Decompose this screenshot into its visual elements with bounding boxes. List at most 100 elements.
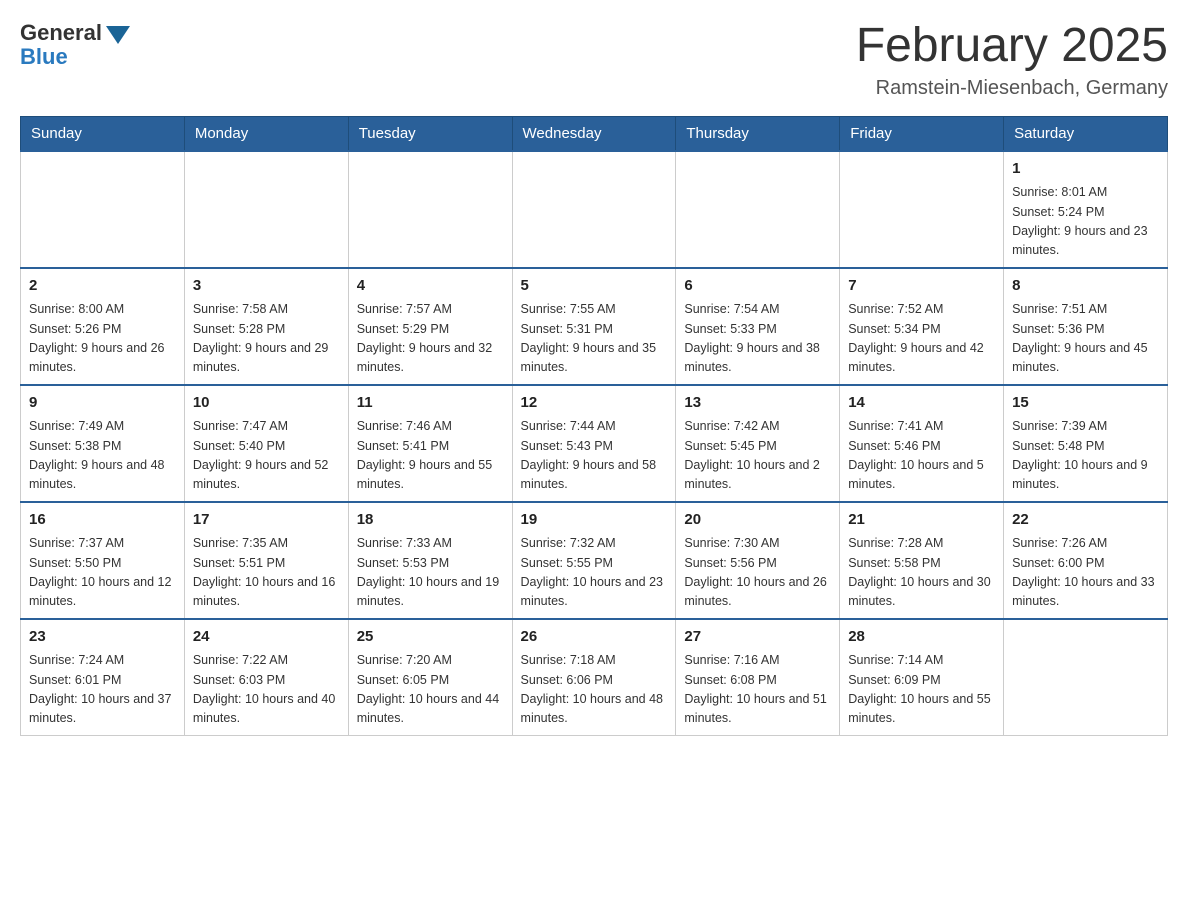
day-info: Sunrise: 7:58 AMSunset: 5:28 PMDaylight:… <box>193 300 340 378</box>
day-number: 25 <box>357 626 504 649</box>
day-info: Sunrise: 7:32 AMSunset: 5:55 PMDaylight:… <box>521 534 668 612</box>
weekday-header-friday: Friday <box>840 116 1004 151</box>
month-title: February 2025 <box>856 20 1168 73</box>
day-info: Sunrise: 7:14 AMSunset: 6:09 PMDaylight:… <box>848 651 995 729</box>
day-info: Sunrise: 7:41 AMSunset: 5:46 PMDaylight:… <box>848 417 995 495</box>
calendar-cell: 21Sunrise: 7:28 AMSunset: 5:58 PMDayligh… <box>840 502 1004 619</box>
calendar-cell: 23Sunrise: 7:24 AMSunset: 6:01 PMDayligh… <box>21 619 185 736</box>
day-number: 18 <box>357 509 504 532</box>
calendar-cell: 2Sunrise: 8:00 AMSunset: 5:26 PMDaylight… <box>21 268 185 385</box>
day-number: 5 <box>521 275 668 298</box>
day-number: 28 <box>848 626 995 649</box>
calendar-cell: 4Sunrise: 7:57 AMSunset: 5:29 PMDaylight… <box>348 268 512 385</box>
calendar-cell: 11Sunrise: 7:46 AMSunset: 5:41 PMDayligh… <box>348 385 512 502</box>
calendar-week-row: 23Sunrise: 7:24 AMSunset: 6:01 PMDayligh… <box>21 619 1168 736</box>
day-number: 12 <box>521 392 668 415</box>
day-info: Sunrise: 7:18 AMSunset: 6:06 PMDaylight:… <box>521 651 668 729</box>
day-info: Sunrise: 7:24 AMSunset: 6:01 PMDaylight:… <box>29 651 176 729</box>
weekday-header-tuesday: Tuesday <box>348 116 512 151</box>
day-number: 26 <box>521 626 668 649</box>
day-info: Sunrise: 7:44 AMSunset: 5:43 PMDaylight:… <box>521 417 668 495</box>
day-info: Sunrise: 7:22 AMSunset: 6:03 PMDaylight:… <box>193 651 340 729</box>
calendar-cell <box>512 151 676 268</box>
day-info: Sunrise: 7:35 AMSunset: 5:51 PMDaylight:… <box>193 534 340 612</box>
day-number: 20 <box>684 509 831 532</box>
day-number: 24 <box>193 626 340 649</box>
weekday-header-row: SundayMondayTuesdayWednesdayThursdayFrid… <box>21 116 1168 151</box>
calendar-week-row: 16Sunrise: 7:37 AMSunset: 5:50 PMDayligh… <box>21 502 1168 619</box>
calendar-cell: 14Sunrise: 7:41 AMSunset: 5:46 PMDayligh… <box>840 385 1004 502</box>
day-number: 15 <box>1012 392 1159 415</box>
day-info: Sunrise: 7:28 AMSunset: 5:58 PMDaylight:… <box>848 534 995 612</box>
day-info: Sunrise: 7:16 AMSunset: 6:08 PMDaylight:… <box>684 651 831 729</box>
calendar-week-row: 9Sunrise: 7:49 AMSunset: 5:38 PMDaylight… <box>21 385 1168 502</box>
calendar-cell: 9Sunrise: 7:49 AMSunset: 5:38 PMDaylight… <box>21 385 185 502</box>
day-number: 1 <box>1012 158 1159 181</box>
calendar-cell <box>184 151 348 268</box>
day-number: 10 <box>193 392 340 415</box>
calendar-week-row: 1Sunrise: 8:01 AMSunset: 5:24 PMDaylight… <box>21 151 1168 268</box>
logo: General Blue <box>20 20 130 70</box>
calendar-cell: 6Sunrise: 7:54 AMSunset: 5:33 PMDaylight… <box>676 268 840 385</box>
calendar-cell: 28Sunrise: 7:14 AMSunset: 6:09 PMDayligh… <box>840 619 1004 736</box>
day-number: 21 <box>848 509 995 532</box>
day-number: 16 <box>29 509 176 532</box>
day-info: Sunrise: 7:49 AMSunset: 5:38 PMDaylight:… <box>29 417 176 495</box>
calendar-cell: 20Sunrise: 7:30 AMSunset: 5:56 PMDayligh… <box>676 502 840 619</box>
calendar-cell <box>840 151 1004 268</box>
weekday-header-thursday: Thursday <box>676 116 840 151</box>
day-info: Sunrise: 7:55 AMSunset: 5:31 PMDaylight:… <box>521 300 668 378</box>
day-number: 11 <box>357 392 504 415</box>
logo-general-text: General <box>20 20 102 46</box>
calendar-cell: 1Sunrise: 8:01 AMSunset: 5:24 PMDaylight… <box>1004 151 1168 268</box>
day-info: Sunrise: 7:42 AMSunset: 5:45 PMDaylight:… <box>684 417 831 495</box>
day-info: Sunrise: 7:54 AMSunset: 5:33 PMDaylight:… <box>684 300 831 378</box>
calendar-table: SundayMondayTuesdayWednesdayThursdayFrid… <box>20 116 1168 736</box>
calendar-cell: 5Sunrise: 7:55 AMSunset: 5:31 PMDaylight… <box>512 268 676 385</box>
calendar-cell: 16Sunrise: 7:37 AMSunset: 5:50 PMDayligh… <box>21 502 185 619</box>
day-info: Sunrise: 7:47 AMSunset: 5:40 PMDaylight:… <box>193 417 340 495</box>
day-number: 19 <box>521 509 668 532</box>
day-info: Sunrise: 7:30 AMSunset: 5:56 PMDaylight:… <box>684 534 831 612</box>
day-info: Sunrise: 7:52 AMSunset: 5:34 PMDaylight:… <box>848 300 995 378</box>
calendar-cell: 12Sunrise: 7:44 AMSunset: 5:43 PMDayligh… <box>512 385 676 502</box>
day-number: 6 <box>684 275 831 298</box>
calendar-cell: 22Sunrise: 7:26 AMSunset: 6:00 PMDayligh… <box>1004 502 1168 619</box>
calendar-cell: 8Sunrise: 7:51 AMSunset: 5:36 PMDaylight… <box>1004 268 1168 385</box>
day-info: Sunrise: 8:00 AMSunset: 5:26 PMDaylight:… <box>29 300 176 378</box>
day-info: Sunrise: 7:37 AMSunset: 5:50 PMDaylight:… <box>29 534 176 612</box>
calendar-cell: 19Sunrise: 7:32 AMSunset: 5:55 PMDayligh… <box>512 502 676 619</box>
calendar-cell: 15Sunrise: 7:39 AMSunset: 5:48 PMDayligh… <box>1004 385 1168 502</box>
day-number: 8 <box>1012 275 1159 298</box>
calendar-cell: 27Sunrise: 7:16 AMSunset: 6:08 PMDayligh… <box>676 619 840 736</box>
calendar-cell: 24Sunrise: 7:22 AMSunset: 6:03 PMDayligh… <box>184 619 348 736</box>
day-number: 14 <box>848 392 995 415</box>
day-info: Sunrise: 7:51 AMSunset: 5:36 PMDaylight:… <box>1012 300 1159 378</box>
calendar-cell: 13Sunrise: 7:42 AMSunset: 5:45 PMDayligh… <box>676 385 840 502</box>
page-header: General Blue February 2025 Ramstein-Mies… <box>20 20 1168 100</box>
day-number: 3 <box>193 275 340 298</box>
day-info: Sunrise: 7:46 AMSunset: 5:41 PMDaylight:… <box>357 417 504 495</box>
day-info: Sunrise: 7:39 AMSunset: 5:48 PMDaylight:… <box>1012 417 1159 495</box>
day-info: Sunrise: 7:20 AMSunset: 6:05 PMDaylight:… <box>357 651 504 729</box>
day-number: 7 <box>848 275 995 298</box>
calendar-cell: 7Sunrise: 7:52 AMSunset: 5:34 PMDaylight… <box>840 268 1004 385</box>
calendar-cell: 17Sunrise: 7:35 AMSunset: 5:51 PMDayligh… <box>184 502 348 619</box>
day-number: 4 <box>357 275 504 298</box>
day-number: 13 <box>684 392 831 415</box>
calendar-cell: 25Sunrise: 7:20 AMSunset: 6:05 PMDayligh… <box>348 619 512 736</box>
title-block: February 2025 Ramstein-Miesenbach, Germa… <box>856 20 1168 100</box>
day-number: 27 <box>684 626 831 649</box>
calendar-cell <box>348 151 512 268</box>
location-subtitle: Ramstein-Miesenbach, Germany <box>856 77 1168 100</box>
day-info: Sunrise: 7:26 AMSunset: 6:00 PMDaylight:… <box>1012 534 1159 612</box>
calendar-cell: 10Sunrise: 7:47 AMSunset: 5:40 PMDayligh… <box>184 385 348 502</box>
weekday-header-monday: Monday <box>184 116 348 151</box>
weekday-header-saturday: Saturday <box>1004 116 1168 151</box>
day-info: Sunrise: 7:57 AMSunset: 5:29 PMDaylight:… <box>357 300 504 378</box>
weekday-header-wednesday: Wednesday <box>512 116 676 151</box>
calendar-cell <box>21 151 185 268</box>
day-info: Sunrise: 8:01 AMSunset: 5:24 PMDaylight:… <box>1012 183 1159 261</box>
logo-arrow-icon <box>106 26 130 44</box>
logo-blue-text: Blue <box>20 44 68 70</box>
